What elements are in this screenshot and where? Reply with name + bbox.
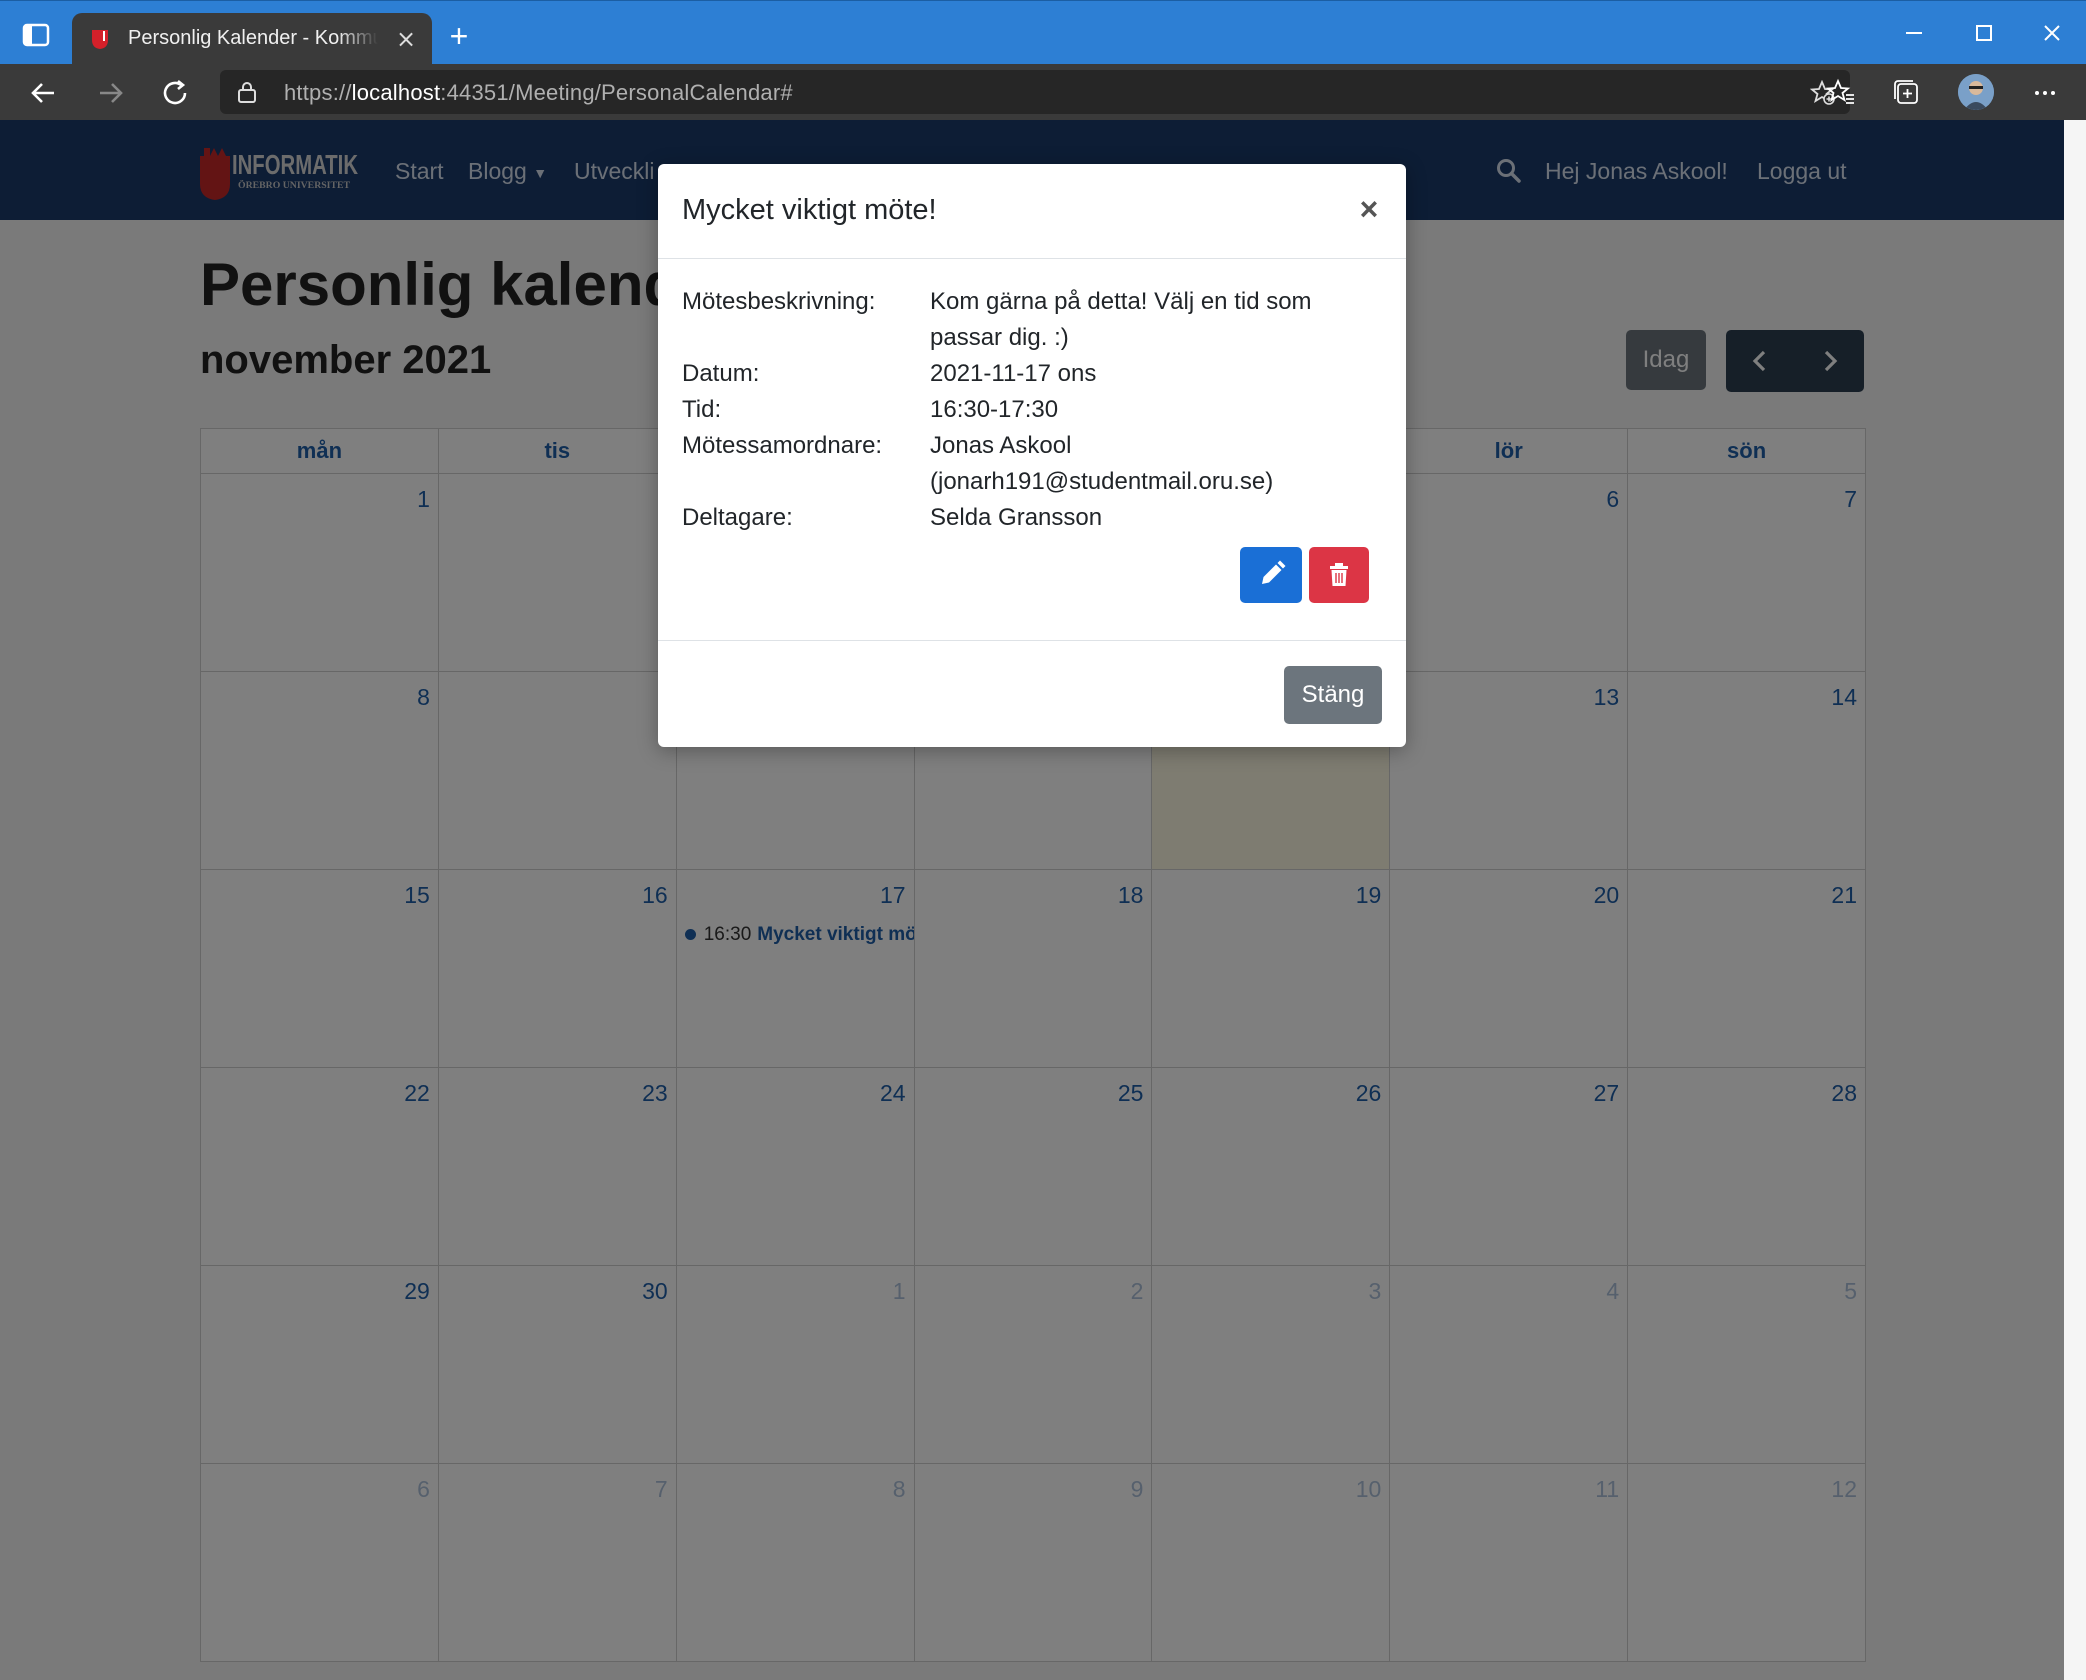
detail-row: Mötessamordnare: Jonas Askool (jonarh191@s… (682, 428, 1382, 500)
url-path: :44351/Meeting/PersonalCalendar# (440, 80, 793, 105)
close-modal-button[interactable]: Stäng (1284, 666, 1382, 724)
detail-value-line: Jonas Askool (930, 432, 1072, 459)
modal-close-icon[interactable]: × (1356, 193, 1382, 225)
detail-label: Mötesbeskrivning: (682, 288, 876, 315)
detail-label: Datum: (682, 360, 760, 387)
detail-value-line: Selda Gransson (930, 504, 1103, 531)
detail-value: Jonas Askool (jonarh191@studentmail.oru.s… (930, 428, 1382, 500)
modal-body: Mötesbeskrivning: Kom gärna på detta! Väl… (682, 284, 1382, 536)
detail-row: Datum: 2021-11-17 ons (682, 356, 1382, 392)
detail-row: Mötesbeskrivning: Kom gärna på detta! Väl… (682, 284, 1382, 356)
detail-value: Kom gärna på detta! Välj en tid som passa… (930, 284, 1382, 356)
tab-close-icon[interactable]: × (394, 27, 418, 51)
edit-meeting-button[interactable] (1240, 547, 1302, 603)
detail-value: 16:30-17:30 (930, 392, 1382, 428)
detail-value-line: (jonarh191@studentmail.oru.se) (930, 468, 1274, 495)
minimize-icon[interactable] (1896, 17, 1932, 49)
modal-header: Mycket viktigt möte! × (658, 164, 1406, 259)
pencil-icon (1262, 560, 1286, 584)
tab-actions-icon[interactable] (22, 23, 50, 47)
detail-row: Deltagare: Selda Gransson (682, 500, 1382, 536)
site-favicon-icon (92, 30, 108, 49)
detail-value: 2021-11-17 ons (930, 356, 1382, 392)
detail-label: Deltagare: (682, 504, 793, 531)
url-text[interactable]: https://localhost:44351/Meeting/Personal… (284, 80, 793, 106)
address-bar[interactable]: https://localhost:44351/Meeting/Personal… (220, 70, 1850, 114)
detail-value-line: passar dig. :) (930, 324, 1069, 351)
detail-value-line: 16:30-17:30 (930, 396, 1059, 423)
tab-title: Personlig Kalender - Kommunikation (128, 27, 378, 51)
lock-icon[interactable] (236, 80, 258, 104)
modal-title: Mycket viktigt möte! (682, 194, 937, 226)
detail-value: Selda Gransson (930, 500, 1382, 536)
browser-tab[interactable]: Personlig Kalender - Kommunikation × (72, 13, 432, 65)
back-icon[interactable] (26, 76, 62, 110)
detail-row: Tid: 16:30-17:30 (682, 392, 1382, 428)
window-close-icon[interactable] (2034, 17, 2070, 49)
meeting-modal: Mycket viktigt möte! × Mötesbeskrivning:… (658, 164, 1406, 747)
maximize-icon[interactable] (1966, 17, 2002, 49)
detail-value-line: 2021-11-17 ons (930, 360, 1097, 387)
delete-meeting-button[interactable] (1309, 547, 1369, 603)
profile-avatar[interactable] (1958, 74, 1994, 110)
collections-icon[interactable] (1892, 78, 1922, 108)
url-scheme: https:// (284, 80, 352, 105)
url-host: localhost (351, 80, 441, 105)
browser-titlebar: Personlig Kalender - Kommunikation × + (0, 0, 2086, 65)
forward-icon[interactable] (92, 76, 128, 110)
refresh-icon[interactable] (158, 76, 194, 110)
more-menu-icon[interactable] (2030, 78, 2060, 108)
detail-value-line: Kom gärna på detta! Välj en tid som (930, 288, 1312, 315)
favorites-icon[interactable] (1826, 78, 1856, 108)
avatar-icon (1958, 74, 1994, 110)
modal-footer: Stäng (658, 640, 1406, 748)
detail-label: Tid: (682, 396, 722, 423)
browser-toolbar: https://localhost:44351/Meeting/Personal… (0, 64, 2086, 120)
trash-icon (1330, 563, 1348, 586)
detail-label: Mötessamordnare: (682, 432, 883, 459)
new-tab-icon[interactable]: + (444, 20, 474, 52)
